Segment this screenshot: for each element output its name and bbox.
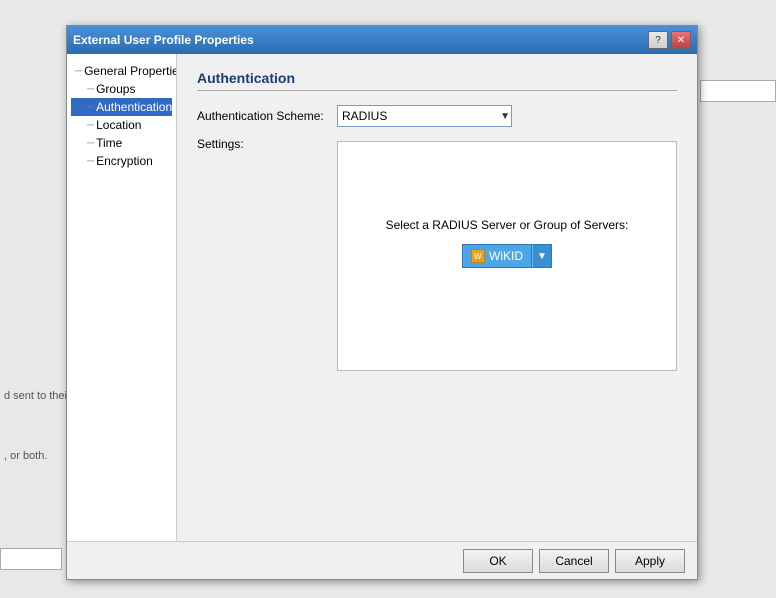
tree-item-authentication-label: Authentication [96, 100, 172, 114]
dialog-title: External User Profile Properties [73, 33, 254, 47]
tree-item-groups[interactable]: ─ Groups [71, 80, 172, 98]
tree-panel: ─ General Properties ─ Groups ─ Authenti… [67, 54, 177, 579]
settings-row: Settings: Select a RADIUS Server or Grou… [197, 137, 677, 371]
tree-item-time-label: Time [96, 136, 122, 150]
tree-item-location[interactable]: ─ Location [71, 116, 172, 134]
settings-label: Settings: [197, 137, 337, 151]
wikid-label: WiKID [489, 249, 523, 263]
tree-item-authentication[interactable]: ─ Authentication [71, 98, 172, 116]
content-title: Authentication [197, 70, 677, 91]
wikid-dropdown-arrow[interactable]: ▼ [532, 244, 552, 268]
dialog-window: External User Profile Properties ? ✕ ─ G… [66, 25, 698, 580]
ok-button[interactable]: OK [463, 549, 533, 573]
wikid-icon: W [471, 249, 485, 263]
tree-item-location-label: Location [96, 118, 141, 132]
cancel-button[interactable]: Cancel [539, 549, 609, 573]
dialog-footer: OK Cancel Apply [67, 541, 697, 579]
wikid-btn-wrapper: W WiKID ▼ [462, 244, 552, 268]
tree-item-time[interactable]: ─ Time [71, 134, 172, 152]
tree-branch-icon: ─ [87, 102, 94, 113]
title-bar-buttons: ? ✕ [648, 31, 691, 49]
settings-inner: Select a RADIUS Server or Group of Serve… [354, 158, 660, 268]
tree-item-general-label: General Properties [84, 64, 177, 78]
tree-item-encryption-label: Encryption [96, 154, 153, 168]
help-button[interactable]: ? [648, 31, 668, 49]
scheme-row: Authentication Scheme: RADIUS LDAP Local… [197, 105, 677, 127]
scheme-select-wrapper: RADIUS LDAP Local None ▼ [337, 105, 512, 127]
tree-item-general[interactable]: ─ General Properties [71, 62, 172, 80]
background-input-top [700, 80, 776, 102]
scheme-select[interactable]: RADIUS LDAP Local None [337, 105, 512, 127]
background-bottom-input[interactable] [0, 548, 62, 570]
background-text2: , or both. [4, 450, 47, 462]
close-button[interactable]: ✕ [671, 31, 691, 49]
tree-branch-icon: ─ [87, 156, 94, 167]
settings-box: Select a RADIUS Server or Group of Serve… [337, 141, 677, 371]
dialog-body: ─ General Properties ─ Groups ─ Authenti… [67, 54, 697, 579]
wikid-server-button[interactable]: W WiKID [462, 244, 532, 268]
apply-button[interactable]: Apply [615, 549, 685, 573]
tree-branch-icon: ─ [87, 84, 94, 95]
tree-item-encryption[interactable]: ─ Encryption [71, 152, 172, 170]
tree-item-groups-label: Groups [96, 82, 135, 96]
tree-branch-icon: ─ [75, 66, 82, 77]
radius-prompt: Select a RADIUS Server or Group of Serve… [386, 218, 629, 232]
scheme-label: Authentication Scheme: [197, 109, 337, 123]
svg-text:W: W [474, 252, 482, 261]
tree-branch-icon: ─ [87, 120, 94, 131]
background-text1: d sent to their [4, 390, 71, 402]
title-bar: External User Profile Properties ? ✕ [67, 26, 697, 54]
content-panel: Authentication Authentication Scheme: RA… [177, 54, 697, 579]
tree-branch-icon: ─ [87, 138, 94, 149]
